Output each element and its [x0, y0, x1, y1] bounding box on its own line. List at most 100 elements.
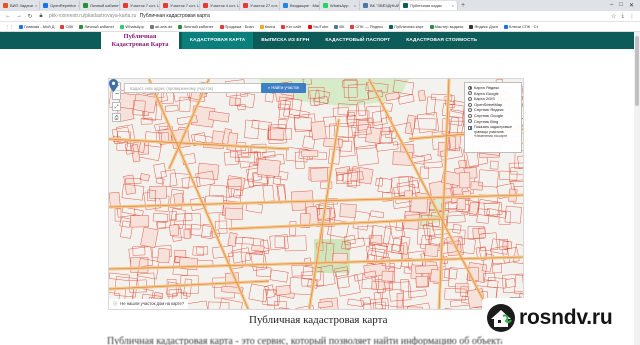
layer-radio[interactable] — [468, 108, 472, 113]
forward-icon[interactable]: → — [16, 13, 22, 19]
browser-tab[interactable]: WhatsApp × — [320, 1, 360, 10]
browser-tab[interactable]: ВК "ЗВЁЗДНЫЙ× — [360, 1, 400, 10]
bookmark-favicon-icon — [469, 24, 474, 29]
parcel-outline — [514, 150, 523, 170]
map-tiles[interactable] — [109, 79, 524, 310]
download-icon[interactable]: ⤓ — [621, 13, 624, 20]
menu-item[interactable]: КАДАСТРОВАЯ СТОИМОСТЬ — [398, 32, 485, 49]
browser-tab[interactable]: ВИП Задачи × — [0, 1, 40, 10]
location-pin-icon[interactable] — [109, 79, 118, 92]
menu-item[interactable]: КАДАСТРОВЫЙ ПАСПОРТ — [317, 32, 398, 49]
layer-radio[interactable] — [468, 113, 472, 118]
bookmark-item[interactable]: Личный кабинет — [77, 24, 116, 29]
browser-tab[interactable]: Участок 7 сот. Ц× — [160, 1, 200, 10]
browser-tab[interactable]: Участок 27 сот.× — [240, 1, 280, 10]
layer-option[interactable]: Спутник Bing — [468, 119, 518, 125]
zoom-out-button[interactable]: − — [113, 91, 121, 99]
bookmark-item[interactable]: Публичная карт — [387, 24, 425, 29]
parcel-outline — [446, 214, 466, 224]
browser-tab[interactable]: Участок 4 сот. Ц× — [200, 1, 240, 10]
parcel-outline — [414, 118, 437, 130]
close-window-icon[interactable]: ✕ — [629, 2, 634, 9]
menu-icon[interactable]: ⋮ — [629, 13, 635, 20]
url-field[interactable]: pkk-rosreestr.ru/pkadastrovaya-karta.ru … — [49, 13, 210, 19]
bookmark-label: Яндекс Дзен — [474, 24, 499, 29]
map-search-input[interactable]: Кадаст. или адрес (проверенному участок) — [124, 83, 273, 93]
bookmark-item[interactable]: Ключи СПК · Ст — [502, 24, 540, 29]
browser-tab[interactable]: Участок 7 сот. Ц× — [120, 1, 160, 10]
bookmark-item[interactable]: Личный кабинет — [176, 24, 215, 29]
browser-tab[interactable]: Входящие · Mai× — [280, 1, 320, 10]
tab-close-icon[interactable]: × — [452, 1, 454, 10]
browser-tab[interactable]: Личный кабинет× — [80, 1, 120, 10]
tab-favicon-icon — [203, 3, 208, 8]
parcel-outline — [264, 284, 276, 299]
menu-item[interactable]: ВЫПИСКА ИЗ ЕГРН — [253, 32, 317, 49]
overlay-checkbox[interactable] — [468, 125, 472, 130]
menu-item[interactable]: КАДАСТРОВАЯ КАРТА — [182, 32, 254, 49]
parcel-outline — [130, 215, 149, 228]
page-scrollbar-thumb[interactable] — [635, 36, 639, 106]
bookmark-favicon-icon — [19, 24, 23, 29]
bookmark-item[interactable]: Продажа · Бизн — [218, 24, 256, 29]
parcel-outline — [196, 246, 209, 255]
minimize-icon[interactable]: – — [610, 2, 613, 9]
bookmark-item[interactable]: WhatsApp — [118, 24, 145, 29]
layer-radio[interactable] — [468, 91, 472, 96]
bookmark-item[interactable]: СВК — [58, 24, 75, 29]
logo-line-1: Публичная — [123, 33, 157, 40]
back-icon[interactable]: ← — [5, 13, 11, 19]
cadastral-map[interactable]: + − ⤢ ⎙ Кадаст. или адрес (проверенному … — [108, 78, 524, 310]
parcel-outline — [275, 284, 291, 296]
parcel-outline — [130, 257, 149, 273]
layer-radio[interactable] — [468, 85, 472, 90]
fullscreen-icon[interactable]: ⤢ — [112, 102, 121, 111]
cadastral-overlay-option[interactable]: Показать кадастровые границы участков — [468, 125, 518, 134]
bookmark-item[interactable]: Книга — [258, 24, 277, 29]
bookmark-favicon-icon — [120, 24, 125, 29]
bookmark-item[interactable]: ВК — [332, 24, 346, 29]
bookmark-label: Ключи СПК · Ст — [509, 24, 539, 29]
logo-line-2: Кадастровая Карта — [111, 41, 169, 48]
bookmark-item[interactable]: Kro сайт — [279, 24, 304, 29]
layer-radio[interactable] — [468, 102, 472, 107]
find-plot-button[interactable]: ⌕ Найти участок — [261, 83, 306, 93]
parcel-outline — [183, 278, 193, 297]
bookmark-item[interactable]: Мастер выдачи — [428, 24, 466, 29]
parcel-outline — [140, 226, 159, 249]
print-icon[interactable]: ⎙ — [112, 113, 121, 122]
bookmark-favicon-icon — [79, 24, 84, 29]
parcel-outline — [524, 124, 525, 137]
tab-close-icon[interactable]: × — [35, 1, 37, 10]
layer-radio[interactable] — [468, 96, 472, 101]
parcel-outline — [458, 172, 471, 189]
bookmark-item[interactable]: СПК — Яндекс — [348, 24, 385, 29]
bookmark-label: СПК — Яндекс — [355, 24, 384, 29]
site-logo[interactable]: Публичная Кадастровая Карта — [101, 32, 179, 50]
bookmark-item[interactable]: YouTube — [306, 24, 331, 29]
window-controls: – □ ✕ — [610, 2, 640, 9]
bookmark-item[interactable]: Главная - Мой Д — [17, 24, 56, 29]
tab-close-icon[interactable]: × — [354, 1, 356, 10]
browser-tab[interactable]: OpenRepetitor× — [40, 1, 80, 10]
help-icon: ⓘ — [113, 301, 118, 306]
bookmark-item[interactable]: Яндекс Дзен — [467, 24, 500, 29]
apps-icon[interactable]: ⋮⋮ — [3, 24, 15, 29]
parcel-outline — [256, 158, 281, 177]
article-text: Публичная кадастровая карта - это сервис… — [107, 336, 502, 345]
star-icon[interactable]: ☆ — [611, 13, 616, 20]
browser-tab-label: Публичная кадас — [410, 3, 443, 8]
reload-icon[interactable]: ↻ — [27, 13, 33, 20]
new-tab-button[interactable]: + — [458, 2, 468, 9]
bookmark-item[interactable]: arl.aris.de — [148, 24, 175, 29]
parcel-outline — [218, 298, 243, 309]
missing-plot-note[interactable]: ⓘ Не нашли участок дом на карте? — [109, 299, 189, 309]
parcel-outline — [251, 244, 265, 252]
parcel-outline — [160, 169, 178, 188]
parcel-outline — [332, 107, 349, 117]
browser-tab-label: Участок 7 сот. Ц — [170, 3, 200, 8]
maximize-icon[interactable]: □ — [619, 2, 623, 9]
parcel-outline — [404, 190, 413, 198]
layer-radio[interactable] — [468, 119, 472, 124]
browser-tab[interactable]: Публичная кадас × — [400, 1, 458, 10]
